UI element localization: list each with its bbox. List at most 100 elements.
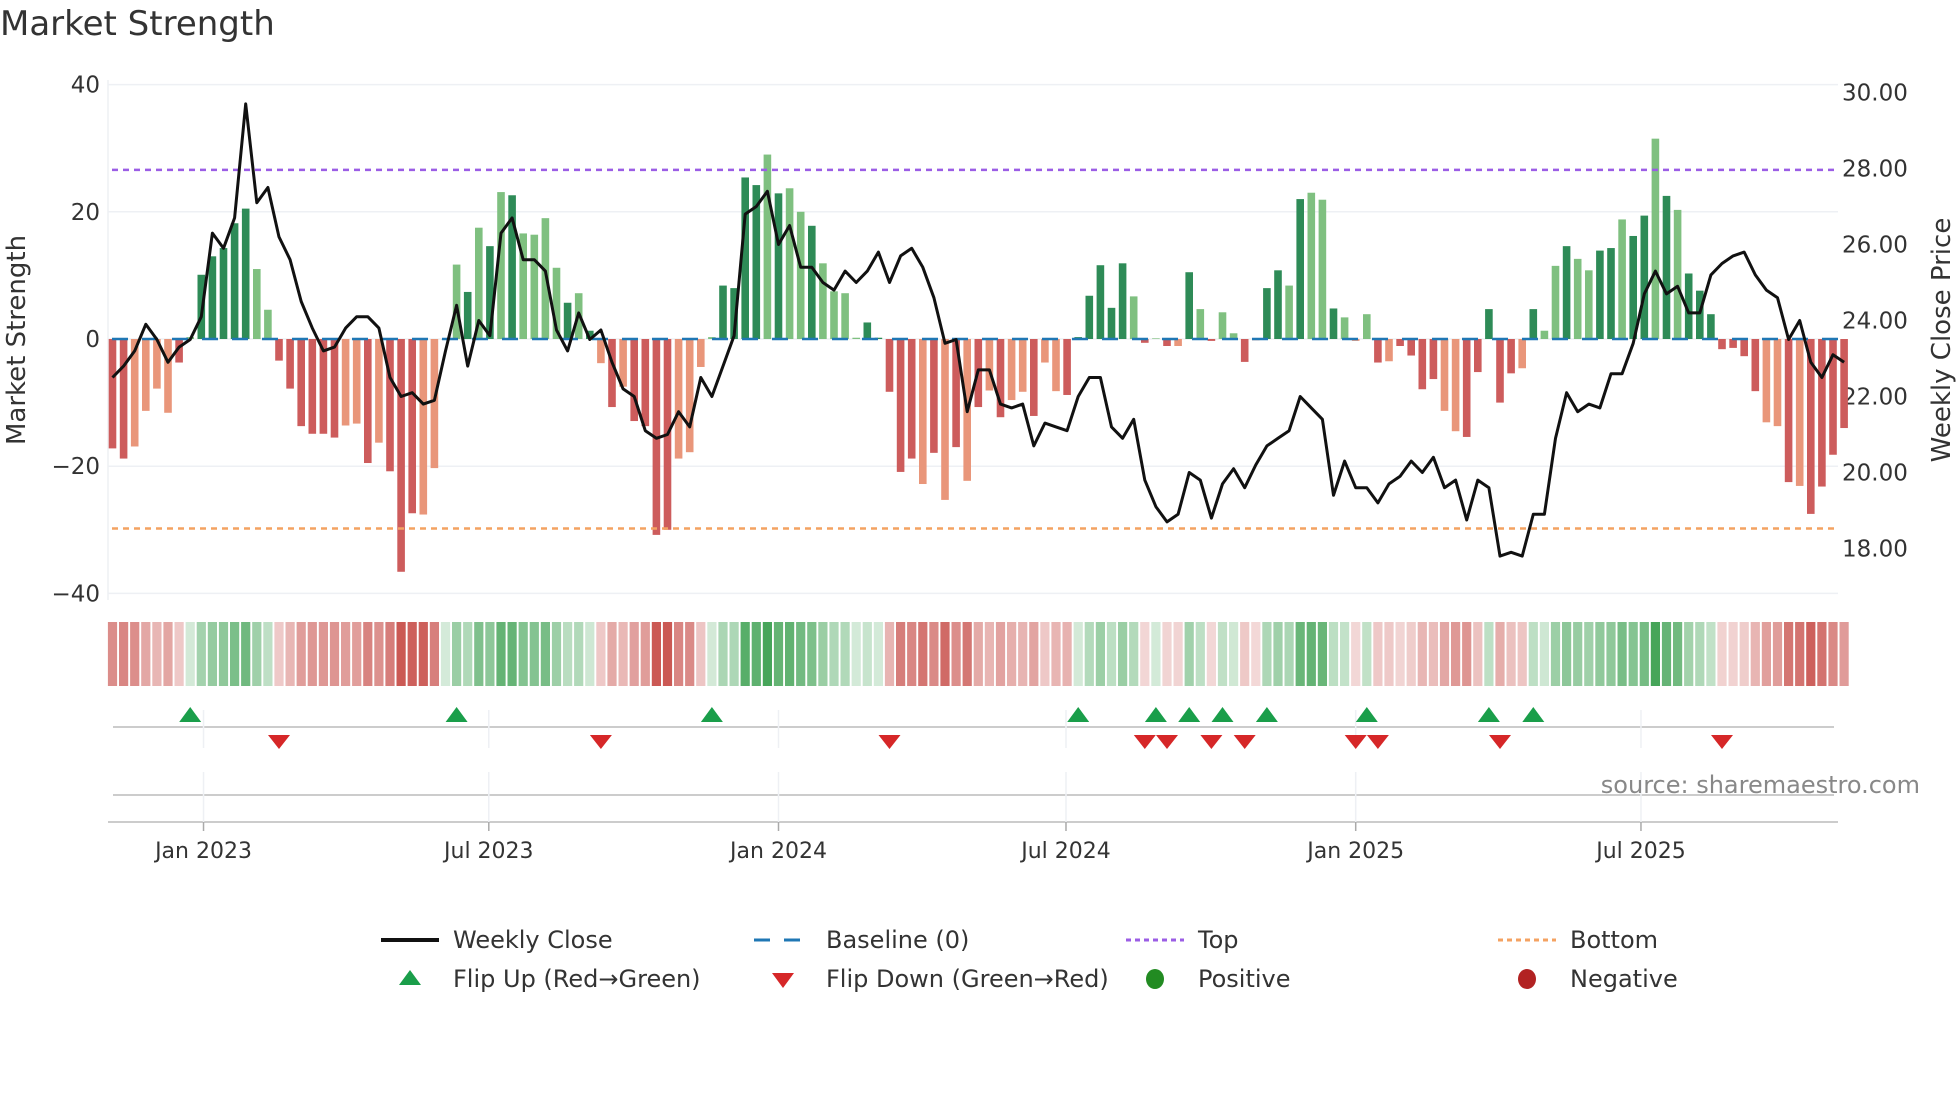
heat-cell — [429, 622, 439, 686]
strength-bar — [1329, 308, 1338, 339]
strength-bar — [1562, 246, 1571, 339]
heat-cell — [1240, 622, 1250, 686]
strength-bar — [430, 339, 439, 469]
strength-bar — [308, 339, 317, 434]
x-tick-label: Jan 2025 — [1305, 839, 1404, 864]
heat-cell — [1295, 622, 1305, 686]
heat-cell — [1173, 622, 1183, 686]
strength-bar — [1596, 250, 1604, 339]
triangle-down-icon — [772, 973, 794, 988]
heat-cell — [540, 622, 550, 686]
heat-cell — [1217, 622, 1228, 686]
heat-cell — [1772, 622, 1783, 686]
strength-bar — [919, 339, 927, 485]
flip-up-marker — [1355, 707, 1378, 722]
heat-cell — [1817, 622, 1827, 686]
heat-cell — [1406, 622, 1416, 686]
flip-up-marker — [1522, 707, 1545, 722]
strength-bar — [1363, 314, 1371, 339]
strength-bar — [108, 339, 117, 449]
strength-bar — [563, 302, 572, 339]
heat-cell — [1084, 622, 1094, 686]
legend-positive: Positive — [1126, 959, 1291, 999]
heat-cell — [1351, 622, 1361, 686]
y2-tick-label: 18.00 — [1842, 537, 1908, 563]
strength-bar — [808, 225, 816, 339]
strength-bar — [286, 339, 294, 389]
heat-cell — [884, 622, 895, 686]
heat-cell — [1484, 622, 1494, 686]
strength-bar — [1629, 235, 1637, 339]
heat-cell — [762, 622, 772, 686]
legend-label: Baseline (0) — [826, 926, 970, 954]
heat-cell — [1761, 622, 1771, 686]
heat-cell — [1273, 622, 1283, 686]
heat-cell — [896, 622, 906, 686]
strength-bar — [774, 193, 783, 339]
heat-cell — [1617, 622, 1627, 686]
heat-cell — [1362, 622, 1372, 686]
heat-cell — [263, 622, 273, 686]
heat-cell — [918, 622, 928, 686]
strength-bar — [1618, 219, 1626, 339]
strength-bar — [1296, 199, 1304, 339]
strength-bar — [1740, 339, 1748, 357]
strength-bar — [142, 339, 150, 411]
strength-bar — [1440, 339, 1449, 411]
heat-cell — [385, 622, 395, 686]
strength-bar — [930, 339, 938, 453]
strength-bar — [264, 309, 272, 339]
heat-cell — [418, 622, 428, 686]
strength-bar — [1129, 296, 1138, 339]
strength-bar — [419, 339, 428, 515]
heat-cell — [518, 622, 528, 686]
strength-bar — [1762, 339, 1771, 423]
strength-bar — [275, 339, 283, 361]
heat-cell — [1162, 622, 1172, 686]
strength-bar — [1640, 215, 1649, 339]
heat-cell — [274, 622, 284, 686]
heat-cell — [1462, 622, 1472, 686]
strength-bar — [852, 337, 860, 339]
heat-cell — [907, 622, 917, 686]
strength-bar — [119, 339, 128, 459]
heat-cell — [951, 622, 961, 686]
strength-bar — [1218, 312, 1227, 339]
strength-bar — [341, 339, 350, 426]
heat-cell — [1695, 622, 1705, 686]
heat-cell — [1750, 622, 1760, 686]
flip-down-marker — [1366, 735, 1389, 749]
strength-bar — [397, 339, 405, 572]
heat-cell — [640, 622, 650, 686]
strength-bar — [1551, 265, 1560, 339]
heat-cell — [1106, 622, 1117, 686]
heat-cell — [1029, 622, 1039, 686]
strength-bar — [1274, 270, 1282, 339]
flip-up-marker — [1211, 707, 1234, 722]
heat-cell — [873, 622, 883, 686]
heat-cell — [1306, 622, 1316, 686]
strength-bar — [1041, 339, 1049, 363]
flip-down-marker — [878, 735, 901, 749]
heat-cell — [1828, 622, 1838, 686]
strength-bar — [785, 188, 794, 339]
heat-cell — [740, 622, 750, 686]
y-tick-label: −40 — [51, 581, 100, 607]
strength-bar — [253, 269, 261, 339]
heat-cell — [1007, 622, 1017, 686]
heat-cell — [1628, 622, 1638, 686]
heat-cell — [1206, 622, 1216, 686]
strength-bar — [352, 339, 361, 424]
heat-cell — [1095, 622, 1105, 686]
strength-bar — [1707, 314, 1715, 339]
heat-cell — [318, 622, 328, 686]
strength-bar — [863, 322, 872, 339]
heat-cell — [773, 622, 784, 686]
dashed-line-icon — [754, 938, 812, 942]
strength-bar — [819, 263, 827, 339]
heat-cell — [995, 622, 1006, 686]
strength-bar — [463, 291, 472, 339]
heat-cell — [862, 622, 872, 686]
market-strength-chart: 40 20 0 −20 −40 30.00 28.00 26.00 24.00 22.00 20.0… — [2, 73, 1957, 864]
strength-bar — [1840, 339, 1848, 429]
